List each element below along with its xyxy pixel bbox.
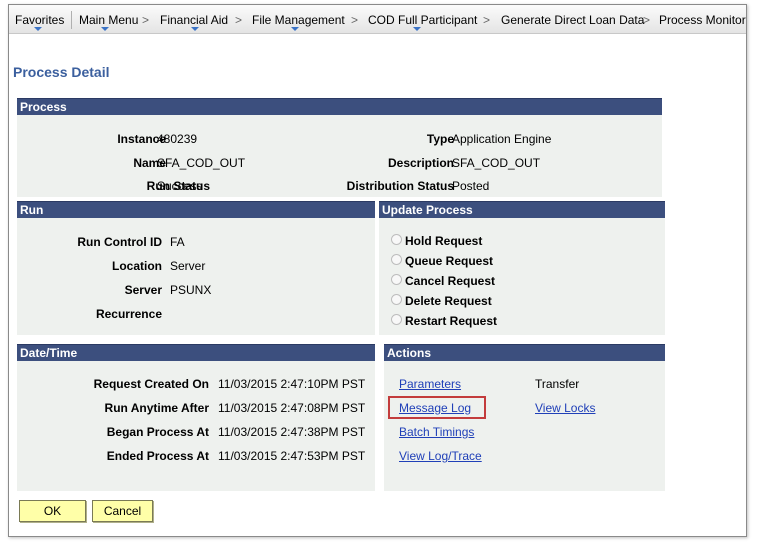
nav-main-menu[interactable]: Main Menu	[79, 13, 138, 27]
delete-request-radio[interactable]	[391, 294, 402, 305]
breadcrumb-separator-icon: >	[351, 13, 359, 27]
message-log-link[interactable]: Message Log	[399, 401, 471, 415]
datetime-section-header: Date/Time	[17, 344, 375, 361]
began-process-label: Began Process At	[106, 425, 209, 439]
server-value: PSUNX	[170, 283, 212, 297]
request-created-value: 11/03/2015 2:47:10PM PST	[218, 377, 366, 391]
nav-financial-aid[interactable]: Financial Aid	[160, 13, 228, 27]
file-management-dropdown-icon[interactable]	[291, 27, 299, 31]
parameters-link[interactable]: Parameters	[399, 377, 461, 391]
cancel-request-radio[interactable]	[391, 274, 402, 285]
update-process-section-body: Hold Request Queue Request Cancel Reques…	[379, 218, 665, 335]
browser-frame: Favorites Main Menu > Financial Aid > Fi…	[8, 4, 747, 537]
financial-aid-dropdown-icon[interactable]	[191, 27, 199, 31]
ended-process-value: 11/03/2015 2:47:53PM PST	[218, 449, 366, 463]
restart-request-radio[interactable]	[391, 314, 402, 325]
update-process-section-header: Update Process	[379, 201, 665, 218]
run-status-value: Success	[157, 179, 203, 193]
recurrence-label: Recurrence	[95, 307, 162, 321]
description-value: SFA_COD_OUT	[452, 156, 541, 170]
queue-request-label: Queue Request	[405, 254, 494, 268]
breadcrumb-separator-icon: >	[142, 13, 150, 27]
cod-full-participant-dropdown-icon[interactable]	[413, 27, 421, 31]
instance-value: 480239	[157, 132, 198, 146]
nav-divider	[71, 11, 72, 29]
nav-process-monitor[interactable]: Process Monitor	[659, 13, 746, 27]
description-label: Description	[387, 156, 454, 170]
cancel-button[interactable]: Cancel	[92, 500, 153, 522]
location-value: Server	[170, 259, 206, 273]
run-anytime-after-value: 11/03/2015 2:47:08PM PST	[218, 401, 366, 415]
restart-request-label: Restart Request	[405, 314, 498, 328]
datetime-section-body: Request Created On 11/03/2015 2:47:10PM …	[17, 361, 375, 491]
distribution-status-label: Distribution Status	[346, 179, 454, 193]
delete-request-label: Delete Request	[405, 294, 492, 308]
queue-request-radio[interactable]	[391, 254, 402, 265]
began-process-value: 11/03/2015 2:47:38PM PST	[218, 425, 366, 439]
run-control-id-value: FA	[170, 235, 185, 249]
page-title: Process Detail	[13, 64, 110, 80]
run-section-body: Run Control ID FA Location Server Server…	[17, 218, 375, 335]
request-created-label: Request Created On	[93, 377, 209, 391]
distribution-status-value: Posted	[452, 179, 490, 193]
type-value: Application Engine	[452, 132, 552, 146]
name-value: SFA_COD_OUT	[157, 156, 246, 170]
nav-cod-full-participant[interactable]: COD Full Participant	[368, 13, 477, 27]
actions-section-body: Parameters Transfer Message Log View Loc…	[384, 361, 665, 491]
process-section-body: Instance 480239 Name SFA_COD_OUT Run Sta…	[17, 115, 662, 197]
server-label: Server	[124, 283, 162, 297]
main-menu-dropdown-icon[interactable]	[101, 27, 109, 31]
run-control-id-label: Run Control ID	[77, 235, 162, 249]
hold-request-radio[interactable]	[391, 234, 402, 245]
view-log-trace-link[interactable]: View Log/Trace	[399, 449, 482, 463]
breadcrumb-separator-icon: >	[235, 13, 243, 27]
breadcrumb-separator-icon: >	[643, 13, 651, 27]
actions-section-header: Actions	[384, 344, 665, 361]
run-anytime-after-label: Run Anytime After	[104, 401, 209, 415]
run-section-header: Run	[17, 201, 375, 218]
favorites-dropdown-icon[interactable]	[34, 27, 42, 31]
hold-request-label: Hold Request	[405, 234, 483, 248]
process-section-header: Process	[17, 98, 662, 115]
navigation-bar: Favorites Main Menu > Financial Aid > Fi…	[9, 5, 746, 34]
location-label: Location	[112, 259, 162, 273]
ended-process-label: Ended Process At	[106, 449, 209, 463]
cancel-request-label: Cancel Request	[405, 274, 496, 288]
breadcrumb-separator-icon: >	[483, 13, 491, 27]
nav-favorites[interactable]: Favorites	[15, 13, 64, 27]
ok-button[interactable]: OK	[19, 500, 86, 522]
type-label: Type	[426, 132, 454, 146]
transfer-label: Transfer	[535, 377, 580, 391]
batch-timings-link[interactable]: Batch Timings	[399, 425, 474, 439]
nav-file-management[interactable]: File Management	[252, 13, 345, 27]
nav-generate-direct-loan-data[interactable]: Generate Direct Loan Data	[501, 13, 644, 27]
view-locks-link[interactable]: View Locks	[535, 401, 595, 415]
